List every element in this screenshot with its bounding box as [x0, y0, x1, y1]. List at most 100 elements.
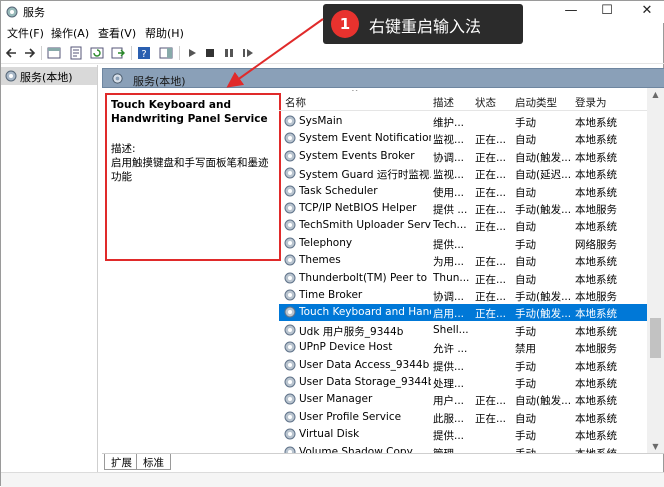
service-log-on-as: 本地系统 — [575, 430, 617, 443]
table-row[interactable]: Volume Shadow Copy 管理... 手动本地系统 — [279, 444, 663, 453]
table-row[interactable]: Telephony 提供... 手动 网络服务 — [279, 235, 663, 252]
table-row[interactable]: TechSmith Uploader ServiceTech... 正在... 自动… — [279, 217, 663, 234]
service-gear-icon — [284, 306, 296, 318]
refresh-icon[interactable] — [90, 46, 104, 60]
properties-icon[interactable] — [69, 46, 83, 60]
table-row[interactable]: TCP/IP NetBIOS Helper 提供 ... 正在... 手动(触发...… — [279, 200, 663, 217]
service-startup-type: 手动 — [515, 378, 536, 390]
toolbar: ? — [1, 42, 664, 64]
service-status: 正在... — [475, 412, 507, 425]
service-name: Touch Keyboard and Hand... — [299, 306, 431, 319]
table-row[interactable]: System Guard 运行时监视... 监视... 正在... 自动(延迟... 本… — [279, 165, 663, 182]
back-icon[interactable] — [5, 46, 19, 60]
service-name: Volume Shadow Copy — [299, 445, 413, 453]
table-row[interactable]: Virtual Disk 提供... 手动 本地系统 — [279, 426, 663, 443]
service-gear-icon — [284, 446, 296, 453]
table-row[interactable]: Task Scheduler 使用... 正在... 自动 本地系统 — [279, 183, 663, 200]
service-status: 正在... — [475, 273, 507, 286]
scroll-up-icon[interactable]: ▲ — [647, 88, 664, 102]
list-header: ^ 名称 描述 状态 启动类型 登录为 — [279, 90, 663, 111]
table-row[interactable]: Time Broker 协调... 正在... 手动(触发... 本地服务 — [279, 287, 663, 304]
table-row[interactable]: Themes 为用... 正在... 自动 本地系统 — [279, 252, 663, 269]
service-gear-icon — [284, 341, 296, 353]
table-row[interactable]: User Manager 用户... 正在... 自动(触发... 本地系统 — [279, 391, 663, 408]
tree-item-services-local[interactable]: 服务(本地) — [1, 67, 97, 85]
close-button[interactable]: ✕ — [631, 1, 663, 23]
service-description: Tech... — [433, 219, 467, 232]
table-row[interactable]: UPnP Device Host 允许 ... 禁用 本地服务 — [279, 339, 663, 356]
help-icon[interactable]: ? — [137, 46, 151, 60]
service-description-panel: Touch Keyboard and Handwriting Panel Ser… — [105, 93, 281, 261]
service-log-on-as: 本地系统 — [575, 395, 617, 408]
menu-action[interactable]: 操作(A) — [51, 25, 89, 41]
table-row[interactable]: Udk 用户服务_9344b Shell... 手动 本地系统 — [279, 322, 663, 339]
service-startup-type: 手动 — [515, 360, 536, 373]
service-description: 监视... — [433, 169, 465, 182]
service-status: 正在... — [475, 221, 507, 234]
service-description: 此服... — [433, 412, 465, 425]
table-row[interactable]: SysMain 维护... 手动 本地系统 — [279, 113, 663, 130]
service-log-on-as: 本地系统 — [575, 186, 617, 199]
pause-service-icon[interactable] — [222, 46, 236, 60]
svg-text:?: ? — [141, 49, 146, 60]
service-gear-icon — [284, 428, 296, 440]
service-startup-type: 自动 — [515, 412, 536, 425]
column-header-startup-type[interactable]: 启动类型 — [515, 95, 557, 110]
service-name: Virtual Disk — [299, 428, 360, 441]
restart-service-icon[interactable] — [241, 46, 255, 60]
maximize-button[interactable]: ☐ — [591, 1, 623, 23]
scroll-down-icon[interactable]: ▼ — [647, 440, 664, 454]
vertical-scrollbar[interactable]: ▲ ▼ — [647, 88, 664, 454]
service-name: User Data Storage_9344b — [299, 376, 431, 388]
service-log-on-as: 本地系统 — [575, 308, 617, 321]
service-gear-icon — [284, 324, 296, 336]
column-header-status[interactable]: 状态 — [475, 95, 496, 110]
service-startup-type: 手动 — [515, 430, 536, 443]
menu-help[interactable]: 帮助(H) — [145, 25, 184, 41]
minimize-button[interactable]: — — [555, 1, 587, 23]
forward-icon[interactable] — [22, 46, 36, 60]
start-service-icon[interactable] — [185, 46, 199, 60]
service-status: 正在... — [475, 151, 507, 164]
menu-file[interactable]: 文件(F) — [7, 25, 44, 41]
stop-service-icon[interactable] — [203, 46, 217, 60]
menu-view[interactable]: 查看(V) — [98, 25, 136, 41]
tab-extended[interactable]: 扩展 — [104, 454, 139, 470]
service-gear-icon — [284, 185, 296, 197]
table-row[interactable]: System Event Notification ...监视... 正在... 自… — [279, 130, 663, 147]
scrollbar-thumb[interactable] — [650, 318, 661, 358]
service-startup-type: 自动 — [515, 134, 536, 147]
pane-title: 服务(本地) — [133, 75, 186, 88]
tab-standard[interactable]: 标准 — [136, 454, 171, 470]
service-startup-type: 手动 — [515, 446, 573, 453]
table-row[interactable]: User Data Access_9344b 提供... 手动 本地系统 — [279, 357, 663, 374]
column-header-log-on-as[interactable]: 登录为 — [575, 95, 607, 110]
service-description: 为用... — [433, 256, 465, 269]
service-gear-icon — [284, 202, 296, 214]
service-startup-type: 自动(触发... — [515, 151, 572, 164]
table-row[interactable]: System Events Broker 协调... 正在... 自动(触发... 本地… — [279, 148, 663, 165]
service-startup-type: 自动 — [515, 273, 536, 286]
export-list-icon[interactable] — [111, 46, 125, 60]
show-hide-pane-icon[interactable] — [159, 46, 173, 60]
console-tree-icon[interactable] — [47, 46, 61, 60]
column-header-name[interactable]: 名称 — [285, 95, 306, 110]
service-log-on-as: 本地系统 — [575, 117, 617, 129]
service-description: 处理... — [433, 378, 465, 390]
service-description: 维护... — [433, 117, 465, 129]
console-tree: 服务(本地) — [1, 65, 98, 487]
service-description: 用户... — [433, 395, 465, 408]
service-description: 提供 ... — [433, 204, 468, 216]
toolbar-separator — [131, 46, 132, 60]
status-bar — [1, 472, 664, 487]
service-status: 正在... — [475, 291, 507, 303]
table-row-selected[interactable]: Touch Keyboard and Hand...启用... 正在... 手动(触… — [279, 304, 663, 322]
service-status: 正在... — [475, 169, 507, 182]
table-row[interactable]: User Profile Service 此服... 正在... 自动 本地系统 — [279, 409, 663, 426]
table-row[interactable]: Thunderbolt(TM) Peer to P... Thun... 正在...… — [279, 270, 663, 287]
service-log-on-as: 本地系统 — [575, 151, 617, 164]
table-row[interactable]: User Data Storage_9344b 处理... 手动 本地系统 — [279, 374, 663, 391]
column-header-description[interactable]: 描述 — [433, 95, 454, 110]
service-name: Time Broker — [299, 289, 363, 301]
service-startup-type: 禁用 — [515, 343, 536, 356]
